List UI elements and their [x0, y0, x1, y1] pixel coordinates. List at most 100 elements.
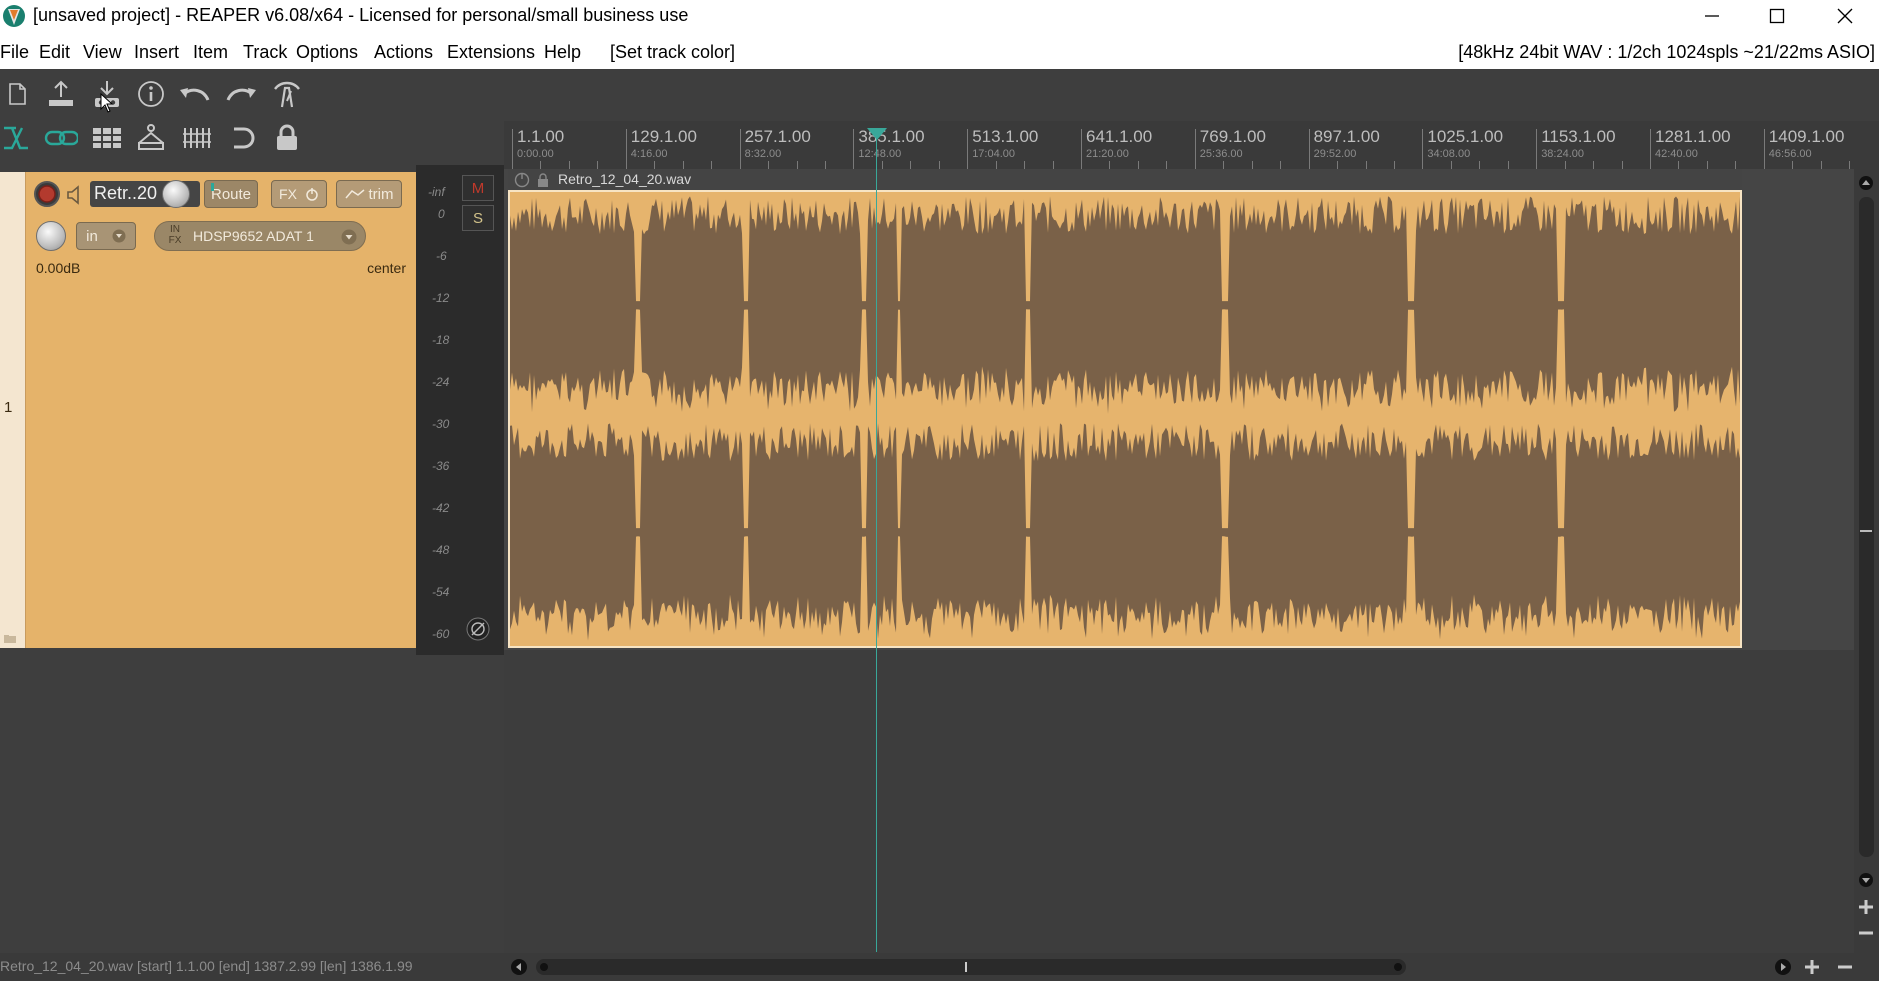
meter-scale-label: -36 [432, 459, 450, 473]
menu-insert[interactable]: Insert [134, 42, 179, 63]
chevron-down-icon [112, 229, 126, 243]
grid-icon [93, 128, 121, 148]
input-fx-label[interactable]: IN FX [167, 224, 183, 246]
maximize-icon [1769, 8, 1785, 23]
folder-icon[interactable] [3, 634, 17, 644]
envelope-icon [344, 189, 364, 199]
lock-button[interactable] [270, 121, 304, 155]
ruler-tick [1081, 129, 1082, 169]
snap-toggle-button[interactable] [0, 121, 34, 155]
monitor-speaker-icon[interactable] [66, 185, 86, 205]
fx-bypass-icon[interactable] [305, 187, 319, 201]
meter-scale-label: -60 [432, 627, 450, 641]
phase-invert-icon[interactable] [466, 617, 490, 641]
ruler-subtick [1735, 161, 1737, 169]
minimize-button[interactable] [1677, 0, 1747, 31]
fx-button[interactable]: FX [271, 180, 327, 208]
ruler-subtick [824, 161, 826, 169]
meter-scale-label: -12 [432, 291, 450, 305]
open-project-icon [49, 80, 73, 106]
menu-help[interactable]: Help [544, 42, 581, 63]
title-bar: [unsaved project] - REAPER v6.08/x64 - L… [0, 0, 1879, 31]
loop-button[interactable] [224, 121, 258, 155]
zoom-in-horizontal-icon[interactable] [1804, 959, 1820, 975]
track-panel-body[interactable]: Retr..20 Route FX trim in IN FX HDSP9652… [26, 172, 416, 648]
snap-icon [4, 126, 28, 150]
zoom-out-vertical-icon[interactable] [1858, 925, 1874, 941]
ruler-time-label: 25:36.00 [1199, 148, 1243, 160]
menu-item[interactable]: Item [193, 42, 228, 63]
horizontal-scrollbar[interactable] [504, 953, 1879, 981]
close-button[interactable] [1810, 0, 1879, 31]
mute-button[interactable]: M [462, 175, 494, 201]
zoom-out-horizontal-icon[interactable] [1837, 959, 1853, 975]
grid-button[interactable] [90, 121, 124, 155]
menu-options[interactable]: Options [296, 42, 358, 63]
zoom-in-vertical-icon[interactable] [1858, 899, 1874, 915]
ruler-subtick [1479, 161, 1481, 169]
new-project-button[interactable] [0, 77, 34, 111]
input-device-selector[interactable]: IN FX HDSP9652 ADAT 1 [154, 221, 366, 251]
metronome-button[interactable] [270, 77, 304, 111]
volume-knob[interactable] [162, 180, 190, 208]
open-project-button[interactable] [44, 77, 78, 111]
ruler-subtick [1109, 161, 1111, 169]
volume-readout: 0.00dB [36, 260, 81, 276]
ruler-subtick [1337, 161, 1339, 169]
menu-extensions[interactable]: Extensions [447, 42, 535, 63]
menu-edit[interactable]: Edit [39, 42, 70, 63]
ruler-subtick [711, 161, 713, 169]
route-indicator [211, 183, 214, 191]
undo-icon [180, 88, 210, 101]
route-label: Route [210, 185, 252, 203]
meter-scale-label: -54 [432, 585, 450, 599]
ruler-subtick [1849, 161, 1851, 169]
play-cursor-marker-icon[interactable] [867, 128, 887, 140]
horizontal-scroll-thumb[interactable] [536, 959, 1406, 975]
project-settings-button[interactable] [134, 77, 168, 111]
input-mode-dropdown[interactable]: in [76, 222, 136, 250]
waveform-channel [510, 423, 1740, 641]
scroll-down-icon[interactable] [1858, 872, 1874, 888]
track-number[interactable]: 1 [4, 399, 12, 416]
play-cursor[interactable] [876, 130, 877, 952]
ruler-time-label: 29:52.00 [1313, 148, 1357, 160]
envelope-button[interactable] [134, 121, 168, 155]
media-item[interactable] [508, 190, 1742, 648]
item-mute-icon[interactable] [514, 172, 530, 188]
record-arm-button[interactable] [34, 181, 60, 207]
vertical-scroll-grip [1860, 530, 1872, 532]
ruler-subtick [1507, 161, 1509, 169]
ruler-subtick [1393, 161, 1395, 169]
auto-crossfade-button[interactable] [180, 121, 214, 155]
item-lock-icon[interactable] [536, 172, 550, 188]
solo-button[interactable]: S [462, 205, 494, 231]
pan-readout: center [367, 260, 406, 276]
scroll-up-icon[interactable] [1858, 175, 1874, 191]
menu-actions[interactable]: Actions [374, 42, 433, 63]
fx-label: FX [279, 186, 297, 202]
vertical-scrollbar[interactable] [1854, 169, 1879, 953]
menu-file[interactable]: File [0, 42, 29, 63]
ruler-subtick [1621, 161, 1623, 169]
menu-set-track-color[interactable]: [Set track color] [610, 42, 735, 63]
ruler-tick [739, 129, 741, 169]
redo-button[interactable] [224, 77, 258, 111]
route-button[interactable]: Route [204, 180, 258, 208]
media-item-header[interactable] [508, 169, 1742, 191]
menu-view[interactable]: View [83, 42, 122, 63]
automation-mode-button[interactable]: trim [336, 180, 402, 208]
ruler-subtick [597, 161, 599, 169]
vertical-scroll-thumb[interactable] [1859, 197, 1874, 857]
undo-button[interactable] [178, 77, 212, 111]
scroll-right-icon[interactable] [1774, 958, 1792, 976]
ripple-edit-button[interactable] [44, 121, 78, 155]
audio-device-info[interactable]: [48kHz 24bit WAV : 1/2ch 1024spls ~21/22… [1458, 42, 1875, 63]
pan-knob[interactable] [36, 221, 66, 251]
timeline-ruler[interactable]: 1.1.00 0:00.00 129.1.00 4:16.00 257.1.00 8:32… [504, 121, 1879, 169]
ruler-time-label: 12:48.00 [858, 148, 902, 160]
scroll-left-icon[interactable] [510, 958, 528, 976]
ruler-time-label: 38:24.00 [1541, 148, 1585, 160]
maximize-button[interactable] [1742, 0, 1812, 31]
menu-track[interactable]: Track [243, 42, 287, 63]
